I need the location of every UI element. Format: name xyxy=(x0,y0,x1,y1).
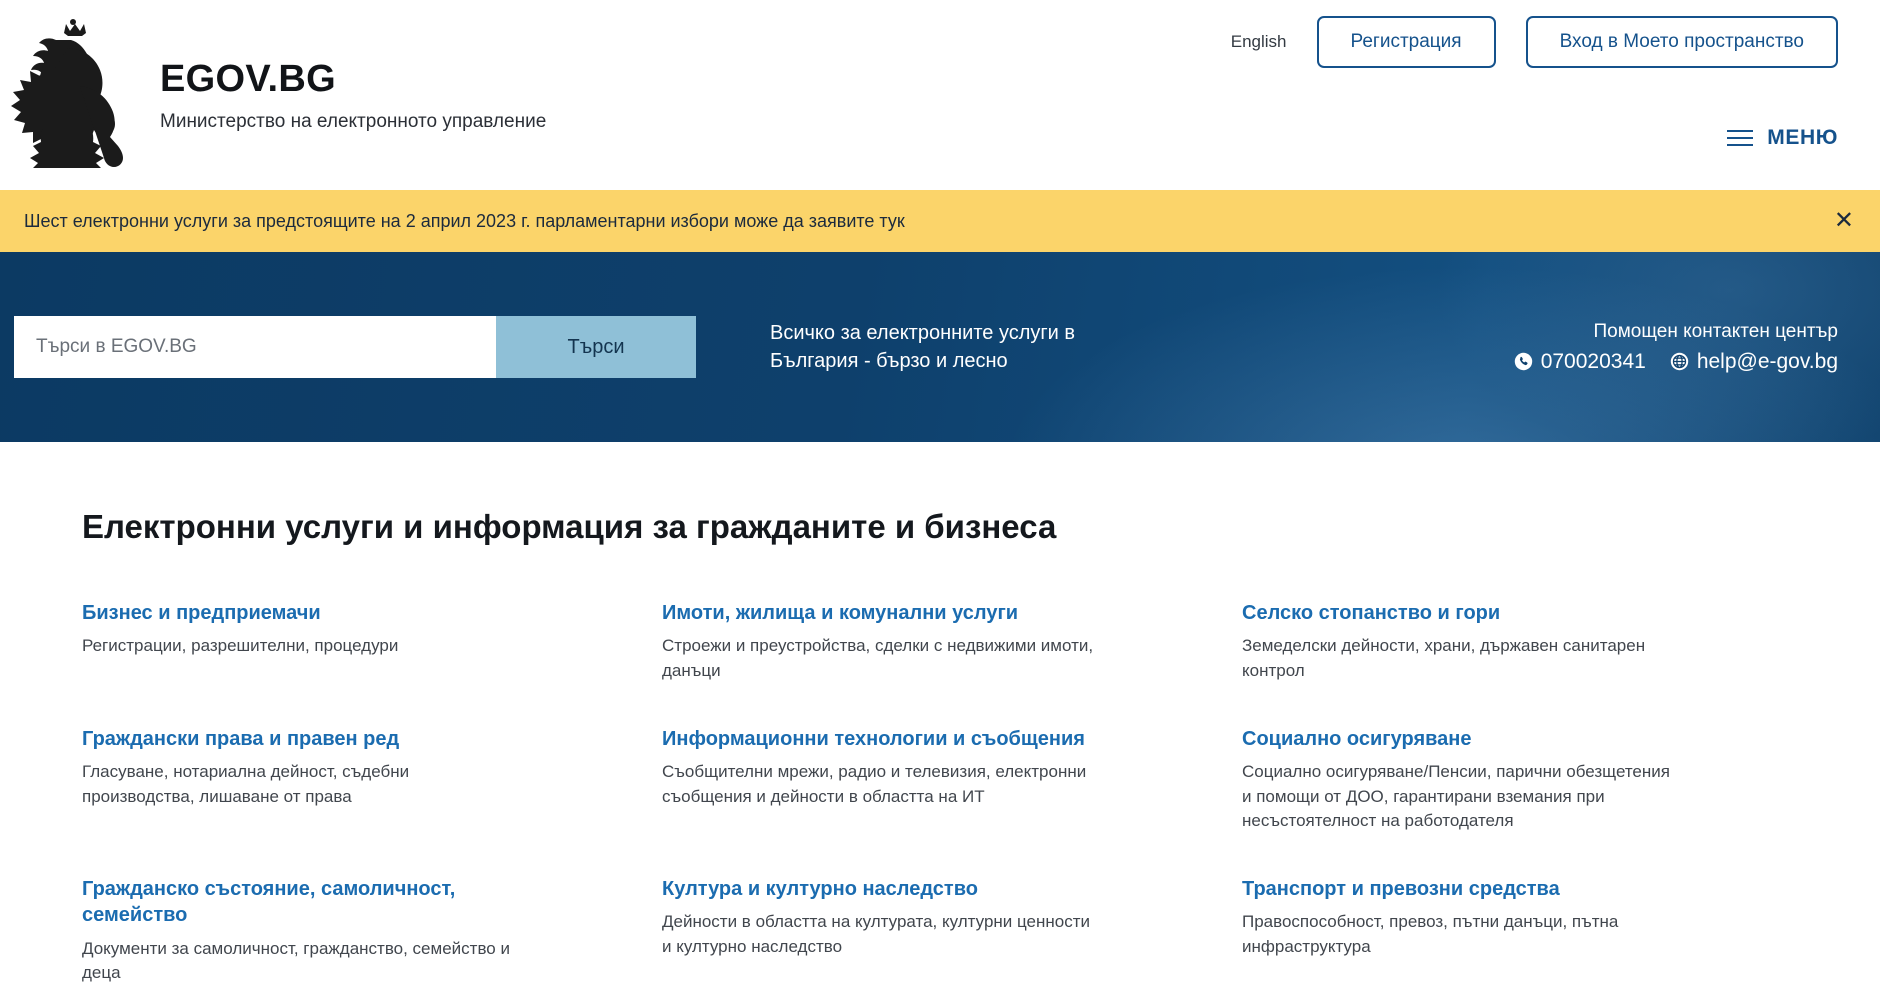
contact-email-address: help@e-gov.bg xyxy=(1697,350,1838,374)
category-item[interactable]: Култура и културно наследство Дейности в… xyxy=(662,876,1242,986)
header-actions: English Регистрация Вход в Моето простра… xyxy=(1231,16,1838,68)
brand-block[interactable]: EGOV.BG Министерство на електронното упр… xyxy=(10,18,546,168)
category-description: Земеделски дейности, храни, държавен сан… xyxy=(1242,634,1682,683)
category-description: Дейности в областта на културата, култур… xyxy=(662,910,1102,959)
register-button[interactable]: Регистрация xyxy=(1317,16,1496,68)
category-link[interactable]: Транспорт и превозни средства xyxy=(1242,876,1672,902)
main-content-card: Електронни услуги и информация за гражда… xyxy=(14,442,1866,1004)
site-subtitle: Министерство на електронното управление xyxy=(160,112,546,131)
category-description: Документи за самоличност, гражданство, с… xyxy=(82,937,522,986)
notification-text[interactable]: Шест електронни услуги за предстоящите н… xyxy=(24,211,905,232)
bulgarian-coat-of-arms-lion-icon xyxy=(10,18,138,168)
category-link[interactable]: Гражданско състояние, самоличност, семей… xyxy=(82,876,512,929)
search-button[interactable]: Търси xyxy=(496,316,696,378)
contact-center: Помощен контактен център 070020341 xyxy=(1514,321,1866,374)
category-description: Правоспособност, превоз, пътни данъци, п… xyxy=(1242,910,1682,959)
site-title: EGOV.BG xyxy=(160,60,546,98)
category-description: Строежи и преустройства, сделки с недвиж… xyxy=(662,634,1102,683)
category-link[interactable]: Селско стопанство и гори xyxy=(1242,600,1672,626)
contact-phone-number: 070020341 xyxy=(1541,350,1646,374)
phone-icon xyxy=(1514,352,1533,371)
search-bar: Търси xyxy=(14,316,696,378)
hero-tagline: Всичко за електронните услуги в България… xyxy=(770,319,1160,376)
category-item[interactable]: Имоти, жилища и комунални услуги Строежи… xyxy=(662,600,1242,684)
category-description: Гласуване, нотариална дейност, съдебни п… xyxy=(82,760,522,809)
category-link[interactable]: Култура и културно наследство xyxy=(662,876,1092,902)
menu-label: МЕНЮ xyxy=(1767,126,1838,150)
category-item[interactable]: Гражданско състояние, самоличност, семей… xyxy=(82,876,662,986)
close-icon[interactable]: ✕ xyxy=(1834,209,1854,233)
category-link[interactable]: Социално осигуряване xyxy=(1242,726,1672,752)
category-link[interactable]: Информационни технологии и съобщения xyxy=(662,726,1092,752)
category-link[interactable]: Имоти, жилища и комунални услуги xyxy=(662,600,1092,626)
hamburger-icon xyxy=(1727,130,1753,146)
category-grid: Бизнес и предприемачи Регистрации, разре… xyxy=(82,600,1798,986)
contact-phone[interactable]: 070020341 xyxy=(1514,350,1646,374)
site-header: EGOV.BG Министерство на електронното упр… xyxy=(0,0,1880,190)
globe-icon xyxy=(1670,352,1689,371)
category-item[interactable]: Информационни технологии и съобщения Съо… xyxy=(662,726,1242,834)
category-item[interactable]: Селско стопанство и гори Земеделски дейн… xyxy=(1242,600,1798,684)
category-item[interactable]: Бизнес и предприемачи Регистрации, разре… xyxy=(82,600,662,684)
category-item[interactable]: Граждански права и правен ред Гласуване,… xyxy=(82,726,662,834)
category-item[interactable]: Социално осигуряване Социално осигуряван… xyxy=(1242,726,1798,834)
login-button[interactable]: Вход в Моето пространство xyxy=(1526,16,1838,68)
search-input[interactable] xyxy=(14,316,496,378)
notification-banner: Шест електронни услуги за предстоящите н… xyxy=(0,190,1880,252)
category-link[interactable]: Бизнес и предприемачи xyxy=(82,600,512,626)
category-description: Регистрации, разрешителни, процедури xyxy=(82,634,522,659)
contact-center-title: Помощен контактен център xyxy=(1514,321,1838,343)
category-description: Съобщителни мрежи, радио и телевизия, ел… xyxy=(662,760,1102,809)
category-link[interactable]: Граждански права и правен ред xyxy=(82,726,512,752)
page-title: Електронни услуги и информация за гражда… xyxy=(82,508,1798,546)
menu-toggle-button[interactable]: МЕНЮ xyxy=(1727,126,1838,150)
hero-section: Търси Всичко за електронните услуги в Бъ… xyxy=(0,252,1880,442)
category-item[interactable]: Транспорт и превозни средства Правоспосо… xyxy=(1242,876,1798,986)
contact-email[interactable]: help@e-gov.bg xyxy=(1670,350,1838,374)
category-description: Социално осигуряване/Пенсии, парични обе… xyxy=(1242,760,1682,834)
language-switch-english[interactable]: English xyxy=(1231,32,1287,52)
